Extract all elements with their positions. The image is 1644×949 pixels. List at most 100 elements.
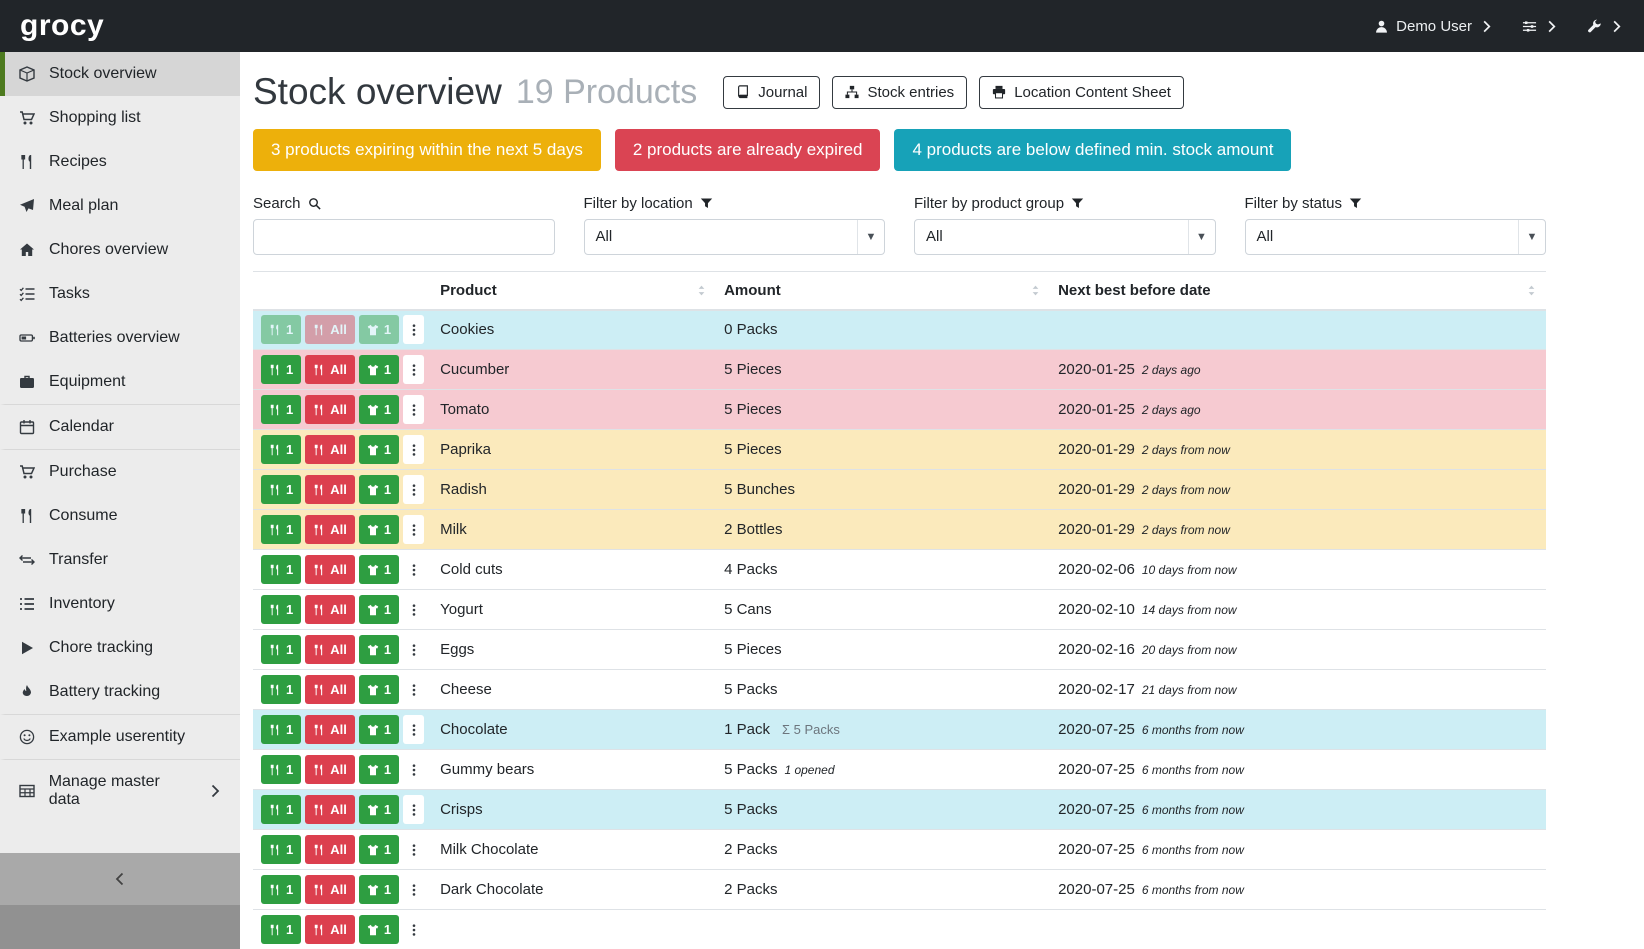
sidebar-item-chore-tracking[interactable]: Chore tracking [0,626,240,670]
consume-one-button[interactable]: 1 [261,915,301,944]
stock-entries-button[interactable]: Stock entries [832,76,967,109]
sidebar-item-tasks[interactable]: Tasks [0,272,240,316]
status-select[interactable]: All ▼ [1245,219,1547,255]
row-menu-button[interactable] [403,635,424,664]
open-one-button[interactable]: 1 [359,475,399,504]
sidebar-collapse-button[interactable] [0,853,240,905]
sidebar-item-transfer[interactable]: Transfer [0,538,240,582]
row-menu-button[interactable] [403,675,424,704]
consume-all-button[interactable]: All [305,675,355,704]
consume-one-button[interactable]: 1 [261,875,301,904]
row-menu-button[interactable] [403,395,424,424]
consume-one-button[interactable]: 1 [261,755,301,784]
consume-one-button[interactable]: 1 [261,355,301,384]
consume-one-button[interactable]: 1 [261,435,301,464]
open-one-button[interactable]: 1 [359,755,399,784]
sidebar-item-batteries-overview[interactable]: Batteries overview [0,316,240,360]
consume-one-button[interactable]: 1 [261,675,301,704]
consume-all-button[interactable]: All [305,475,355,504]
open-one-button[interactable]: 1 [359,435,399,464]
consume-all-button[interactable]: All [305,395,355,424]
consume-all-button[interactable]: All [305,555,355,584]
consume-one-button[interactable]: 1 [261,515,301,544]
row-menu-button[interactable] [403,875,424,904]
user-menu[interactable]: Demo User [1374,18,1494,35]
consume-all-button[interactable]: All [305,635,355,664]
sidebar-item-calendar[interactable]: Calendar [0,404,240,449]
consume-one-button[interactable]: 1 [261,835,301,864]
sidebar-item-meal-plan[interactable]: Meal plan [0,184,240,228]
open-one-button[interactable]: 1 [359,715,399,744]
app-logo[interactable]: grocy [20,9,104,43]
open-one-button[interactable]: 1 [359,675,399,704]
consume-all-button[interactable]: All [305,755,355,784]
expiring-banner[interactable]: 3 products expiring within the next 5 da… [253,129,601,171]
product-group-select[interactable]: All ▼ [914,219,1216,255]
settings-menu[interactable] [1522,19,1559,34]
consume-one-button[interactable]: 1 [261,315,301,344]
sidebar-item-chores-overview[interactable]: Chores overview [0,228,240,272]
consume-one-button[interactable]: 1 [261,475,301,504]
consume-all-button[interactable]: All [305,795,355,824]
consume-all-button[interactable]: All [305,435,355,464]
sidebar-item-consume[interactable]: Consume [0,494,240,538]
open-one-button[interactable]: 1 [359,595,399,624]
sidebar-item-manage-master-data[interactable]: Manage master data [0,759,240,822]
admin-tools-menu[interactable] [1587,19,1624,34]
location-select[interactable]: All ▼ [584,219,886,255]
product-column-header[interactable]: Product [432,271,716,310]
open-one-button[interactable]: 1 [359,355,399,384]
sort-icon[interactable] [1525,284,1538,297]
consume-one-button[interactable]: 1 [261,795,301,824]
amount-column-header[interactable]: Amount [716,271,1050,310]
open-one-button[interactable]: 1 [359,315,399,344]
row-menu-button[interactable] [403,475,424,504]
open-one-button[interactable]: 1 [359,515,399,544]
row-menu-button[interactable] [403,715,424,744]
consume-one-button[interactable]: 1 [261,595,301,624]
row-menu-button[interactable] [403,555,424,584]
open-one-button[interactable]: 1 [359,395,399,424]
open-one-button[interactable]: 1 [359,835,399,864]
journal-button[interactable]: Journal [723,76,820,109]
sort-icon[interactable] [695,284,708,297]
row-menu-button[interactable] [403,315,424,344]
row-menu-button[interactable] [403,355,424,384]
row-menu-button[interactable] [403,835,424,864]
consume-one-button[interactable]: 1 [261,555,301,584]
row-menu-button[interactable] [403,435,424,464]
consume-one-button[interactable]: 1 [261,635,301,664]
consume-one-button[interactable]: 1 [261,715,301,744]
sidebar-item-recipes[interactable]: Recipes [0,140,240,184]
open-one-button[interactable]: 1 [359,915,399,944]
sidebar-item-stock-overview[interactable]: Stock overview [0,52,240,96]
consume-all-button[interactable]: All [305,515,355,544]
sidebar-item-example-userentity[interactable]: Example userentity [0,714,240,759]
consume-all-button[interactable]: All [305,315,355,344]
best-before-column-header[interactable]: Next best before date [1050,271,1546,310]
row-menu-button[interactable] [403,795,424,824]
open-one-button[interactable]: 1 [359,875,399,904]
open-one-button[interactable]: 1 [359,635,399,664]
open-one-button[interactable]: 1 [359,555,399,584]
below-min-stock-banner[interactable]: 4 products are below defined min. stock … [894,129,1291,171]
row-menu-button[interactable] [403,755,424,784]
sidebar-item-shopping-list[interactable]: Shopping list [0,96,240,140]
consume-all-button[interactable]: All [305,715,355,744]
sidebar-item-purchase[interactable]: Purchase [0,449,240,494]
consume-all-button[interactable]: All [305,355,355,384]
sidebar-item-inventory[interactable]: Inventory [0,582,240,626]
consume-all-button[interactable]: All [305,875,355,904]
row-menu-button[interactable] [403,915,424,944]
consume-all-button[interactable]: All [305,915,355,944]
search-input[interactable] [253,219,555,255]
row-menu-button[interactable] [403,595,424,624]
consume-all-button[interactable]: All [305,595,355,624]
sidebar-item-battery-tracking[interactable]: Battery tracking [0,670,240,714]
sidebar-item-equipment[interactable]: Equipment [0,360,240,404]
consume-all-button[interactable]: All [305,835,355,864]
consume-one-button[interactable]: 1 [261,395,301,424]
open-one-button[interactable]: 1 [359,795,399,824]
expired-banner[interactable]: 2 products are already expired [615,129,881,171]
sort-icon[interactable] [1029,284,1042,297]
